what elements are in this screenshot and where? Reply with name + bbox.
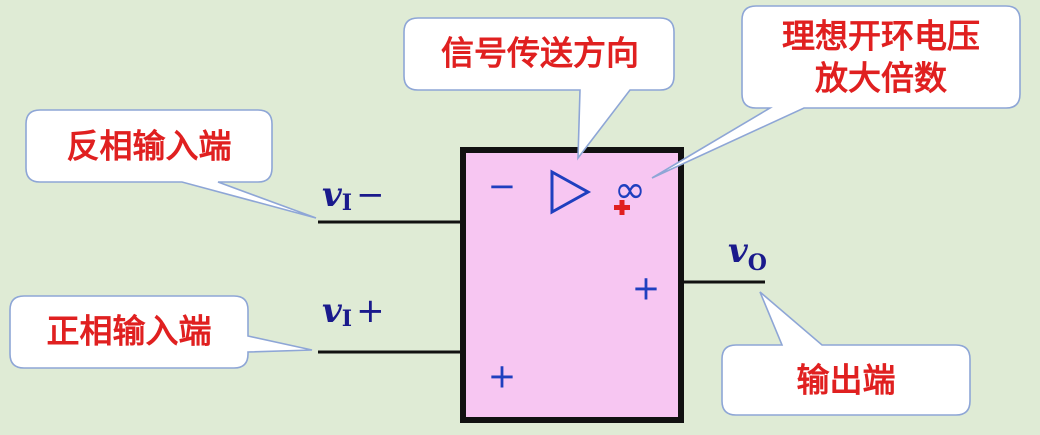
opamp-diagram: − + + ∞ vI − vI + vO 反相输入端 正相输入端 信号传送方向 理想…: [9, 5, 1021, 423]
callout-ideal-gain-line1: 理想开环电压: [782, 17, 980, 56]
callout-signal-direction-label: 信号传送方向: [441, 34, 639, 73]
inverting-pin-label: vI −: [322, 175, 385, 216]
block-minus-sign: −: [488, 167, 517, 207]
callout-noninverting-input: 正相输入端: [9, 295, 313, 369]
callout-output: 输出端: [721, 291, 971, 416]
block-plus-sign-input: +: [488, 357, 517, 397]
noninverting-pin-label: vI +: [322, 291, 385, 332]
callout-inverting-input: 反相输入端: [25, 109, 317, 219]
output-pin-label: vO: [728, 231, 767, 276]
callout-inverting-input-label: 反相输入端: [67, 127, 232, 166]
callout-noninverting-input-label: 正相输入端: [47, 312, 212, 351]
block-plus-sign-output: +: [632, 269, 661, 309]
infinity-gain-symbol: ∞: [614, 168, 646, 212]
callout-output-label: 输出端: [797, 361, 896, 400]
callout-ideal-gain: 理想开环电压 放大倍数: [651, 5, 1021, 179]
callout-signal-direction: 信号传送方向: [403, 17, 675, 161]
callout-ideal-gain-line2: 放大倍数: [815, 59, 948, 98]
